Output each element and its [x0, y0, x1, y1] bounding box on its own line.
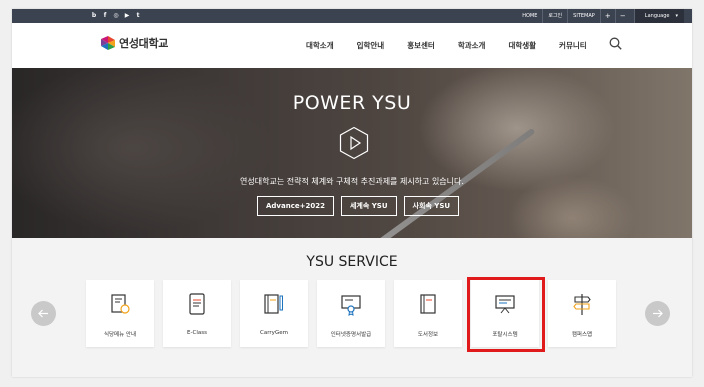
browser-page: b f ◎ ▶ t HOME 로그인 SITEMAP + − Language … [12, 9, 692, 377]
hero-title: POWER YSU [292, 92, 412, 114]
arrow-left-icon [38, 309, 48, 318]
service-label: 캠퍼스맵 [571, 332, 593, 338]
hero-buttons: Advance+2022 세계속 YSU 사회속 YSU [257, 196, 460, 216]
youtube-icon[interactable]: ▶ [123, 11, 131, 20]
utility-links: HOME 로그인 SITEMAP + − Language ▾ [517, 9, 684, 23]
language-label: Language [644, 13, 670, 19]
twitter-icon[interactable]: t [134, 11, 142, 20]
selection-highlight-box [467, 277, 545, 352]
zoom-in-button[interactable]: + [599, 9, 615, 23]
hero-banner: POWER YSU 연성대학교는 전략적 체계와 구체적 추진과제를 제시하고 … [12, 68, 692, 238]
blog-icon[interactable]: b [90, 11, 98, 20]
service-card-campus-map[interactable]: 캠퍼스맵 [548, 280, 616, 347]
ysu-service-section: YSU SERVICE 식당메뉴 안내 E-Class CarryGem 인터넷… [12, 238, 692, 377]
service-label: E-Class [187, 330, 207, 336]
play-video-icon[interactable] [339, 126, 369, 160]
service-card-carrygem[interactable]: CarryGem [240, 280, 308, 347]
language-select[interactable]: Language ▾ [633, 9, 684, 23]
logo-emblem-icon [101, 36, 115, 50]
instagram-icon[interactable]: ◎ [112, 11, 120, 20]
carousel-next-button[interactable] [645, 301, 670, 326]
nav-item-community[interactable]: 커뮤니티 [559, 40, 587, 51]
nav-item-campus-life[interactable]: 대학생활 [508, 40, 536, 51]
service-card-certificate[interactable]: 인터넷증명서발급 [317, 280, 385, 347]
certificate-icon [341, 295, 361, 316]
login-link[interactable]: 로그인 [542, 9, 567, 23]
hero-subtitle: 연성대학교는 전략적 체계와 구체적 추진과제를 제시하고 있습니다. [240, 177, 464, 186]
service-label: 식당메뉴 안내 [103, 332, 137, 338]
tablet-icon [189, 293, 205, 315]
signpost-icon [573, 294, 591, 315]
home-link[interactable]: HOME [517, 9, 542, 23]
search-icon[interactable] [609, 37, 622, 50]
service-card-eclass[interactable]: E-Class [163, 280, 231, 347]
society-ysu-button[interactable]: 사회속 YSU [403, 196, 460, 216]
zoom-out-button[interactable]: − [614, 9, 630, 23]
section-title: YSU SERVICE [306, 254, 398, 270]
service-card-library[interactable]: 도서정보 [394, 280, 462, 347]
arrow-right-icon [653, 309, 663, 318]
chevron-down-icon: ▾ [675, 13, 678, 19]
global-ysu-button[interactable]: 세계속 YSU [340, 196, 397, 216]
nav-item-departments[interactable]: 학과소개 [458, 40, 486, 51]
service-label: CarryGem [260, 330, 288, 336]
service-card-cafeteria-menu[interactable]: 식당메뉴 안내 [86, 280, 154, 347]
nav-item-about[interactable]: 대학소개 [306, 40, 334, 51]
book-icon [420, 294, 436, 314]
sitemap-link[interactable]: SITEMAP [567, 9, 600, 23]
menu-board-icon [111, 294, 130, 314]
site-logo[interactable]: 연성대학교 [100, 35, 168, 51]
nav-item-pr-center[interactable]: 홍보센터 [407, 40, 435, 51]
social-links: b f ◎ ▶ t [90, 11, 142, 20]
advance-2022-button[interactable]: Advance+2022 [257, 196, 334, 216]
facebook-icon[interactable]: f [101, 11, 109, 20]
main-nav: 대학소개 입학안내 홍보센터 학과소개 대학생활 커뮤니티 [306, 23, 587, 68]
carousel-prev-button[interactable] [31, 301, 56, 326]
service-label: 인터넷증명서발급 [330, 332, 372, 338]
service-label: 도서정보 [417, 332, 439, 338]
logo-text: 연성대학교 [119, 37, 169, 50]
notebook-pen-icon [264, 294, 283, 314]
site-header: 연성대학교 대학소개 입학안내 홍보센터 학과소개 대학생활 커뮤니티 [12, 23, 692, 68]
utility-bar: b f ◎ ▶ t HOME 로그인 SITEMAP + − Language … [12, 9, 692, 23]
nav-item-admission[interactable]: 입학안내 [357, 40, 385, 51]
